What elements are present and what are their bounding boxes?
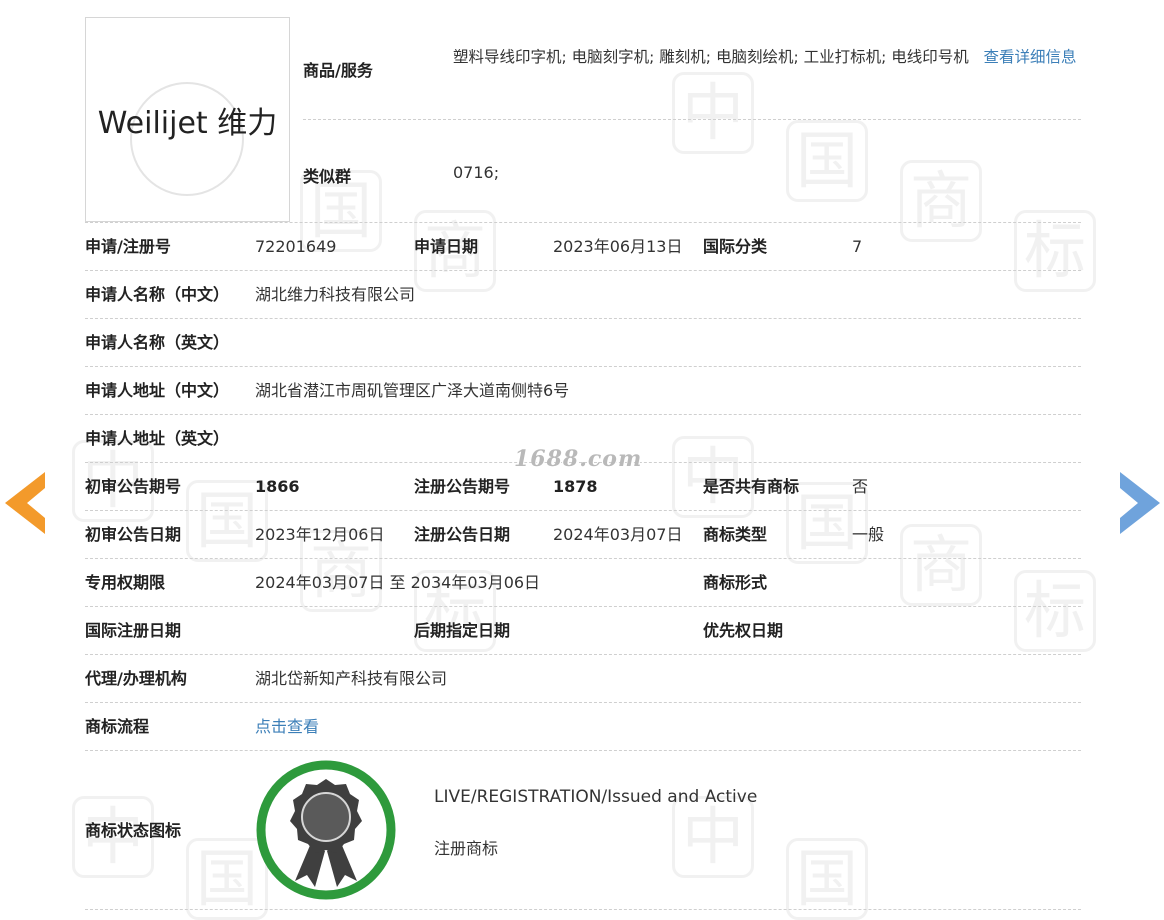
table-row: 申请/注册号 72201649 申请日期 2023年06月13日 国际分类 7 [85,222,1081,270]
reg-no-label: 申请/注册号 [85,237,171,256]
prelim-date-value: 2023年12月06日 [255,525,385,544]
view-details-link[interactable]: 查看详细信息 [984,48,1077,66]
shared-label: 是否共有商标 [703,477,800,496]
exclusive-value: 2024年03月07日 至 2034年03月06日 [255,573,541,592]
table-row: 申请人名称（英文） [85,318,1081,366]
goods-section: 商品/服务 塑料导线印字机; 电脑刻字机; 雕刻机; 电脑刻绘机; 工业打标机;… [303,17,1081,220]
address-cn-value: 湖北省潜江市周矶管理区广泽大道南侧特6号 [255,381,570,400]
agency-value: 湖北岱新知产科技有限公司 [255,669,448,688]
trademark-image: Weilijet 维力 [85,17,290,222]
similar-group-row: 类似群 0716; [303,120,1081,220]
goods-row: 商品/服务 塑料导线印字机; 电脑刻字机; 雕刻机; 电脑刻绘机; 工业打标机;… [303,17,1081,120]
status-row: 商标状态图标 LIVE/REGISTRATION/Issued and Acti… [85,750,1081,910]
agency-label: 代理/办理机构 [85,669,187,688]
prelim-date-label: 初审公告日期 [85,525,182,544]
goods-label: 商品/服务 [303,61,373,80]
tm-type-value: 一般 [852,525,885,544]
table-row: 申请人名称（中文） 湖北维力科技有限公司 [85,270,1081,318]
apply-date-value: 2023年06月13日 [553,237,683,256]
prev-arrow-icon[interactable] [5,472,45,534]
table-row: 申请人地址（中文） 湖北省潜江市周矶管理区广泽大道南侧特6号 [85,366,1081,414]
view-process-link[interactable]: 点击查看 [255,703,319,750]
goods-value: 塑料导线印字机; 电脑刻字机; 雕刻机; 电脑刻绘机; 工业打标机; 电线印号机… [453,17,1081,119]
address-en-label: 申请人地址（英文） [85,429,230,448]
applicant-en-label: 申请人名称（英文） [85,333,230,352]
exclusive-label: 专用权期限 [85,573,166,592]
process-label: 商标流程 [85,717,150,736]
shared-value: 否 [852,477,869,496]
next-arrow-icon[interactable] [1120,472,1160,534]
table-row: 国际注册日期 后期指定日期 优先权日期 [85,606,1081,654]
detail-rows: 申请/注册号 72201649 申请日期 2023年06月13日 国际分类 7 … [85,222,1081,910]
site-watermark: 1688.com [514,446,643,472]
status-en-text: LIVE/REGISTRATION/Issued and Active [434,787,758,807]
prelim-issue-value: 1866 [255,477,300,496]
reg-date-value: 2024年03月07日 [553,525,683,544]
prelim-issue-label: 初审公告期号 [85,477,182,496]
later-date-label: 后期指定日期 [414,621,511,640]
reg-no-value: 72201649 [255,237,337,256]
applicant-cn-value: 湖北维力科技有限公司 [255,285,416,304]
intl-class-value: 7 [852,237,863,256]
goods-list: 塑料导线印字机; 电脑刻字机; 雕刻机; 电脑刻绘机; 工业打标机; 电线印号机 [453,48,969,66]
table-row: 代理/办理机构 湖北岱新知产科技有限公司 [85,654,1081,702]
similar-group-label: 类似群 [303,167,352,186]
trademark-logo-text: Weilijet 维力 [97,106,278,141]
table-row: 初审公告日期 2023年12月06日 注册公告日期 2024年03月07日 商标… [85,510,1081,558]
intl-reg-date-label: 国际注册日期 [85,621,182,640]
table-row: 商标流程 点击查看 [85,702,1081,750]
table-row: 专用权期限 2024年03月07日 至 2034年03月06日 商标形式 [85,558,1081,606]
status-label: 商标状态图标 [85,821,182,840]
similar-group-value: 0716; [453,163,500,182]
applicant-cn-label: 申请人名称（中文） [85,285,230,304]
registration-badge-icon [256,760,396,900]
apply-date-label: 申请日期 [414,237,479,256]
address-cn-label: 申请人地址（中文） [85,381,230,400]
tm-form-label: 商标形式 [703,573,768,592]
status-cn-text: 注册商标 [434,839,499,858]
reg-issue-label: 注册公告期号 [414,477,511,496]
intl-class-label: 国际分类 [703,237,768,256]
tm-type-label: 商标类型 [703,525,768,544]
reg-date-label: 注册公告日期 [414,525,511,544]
priority-date-label: 优先权日期 [703,621,784,640]
